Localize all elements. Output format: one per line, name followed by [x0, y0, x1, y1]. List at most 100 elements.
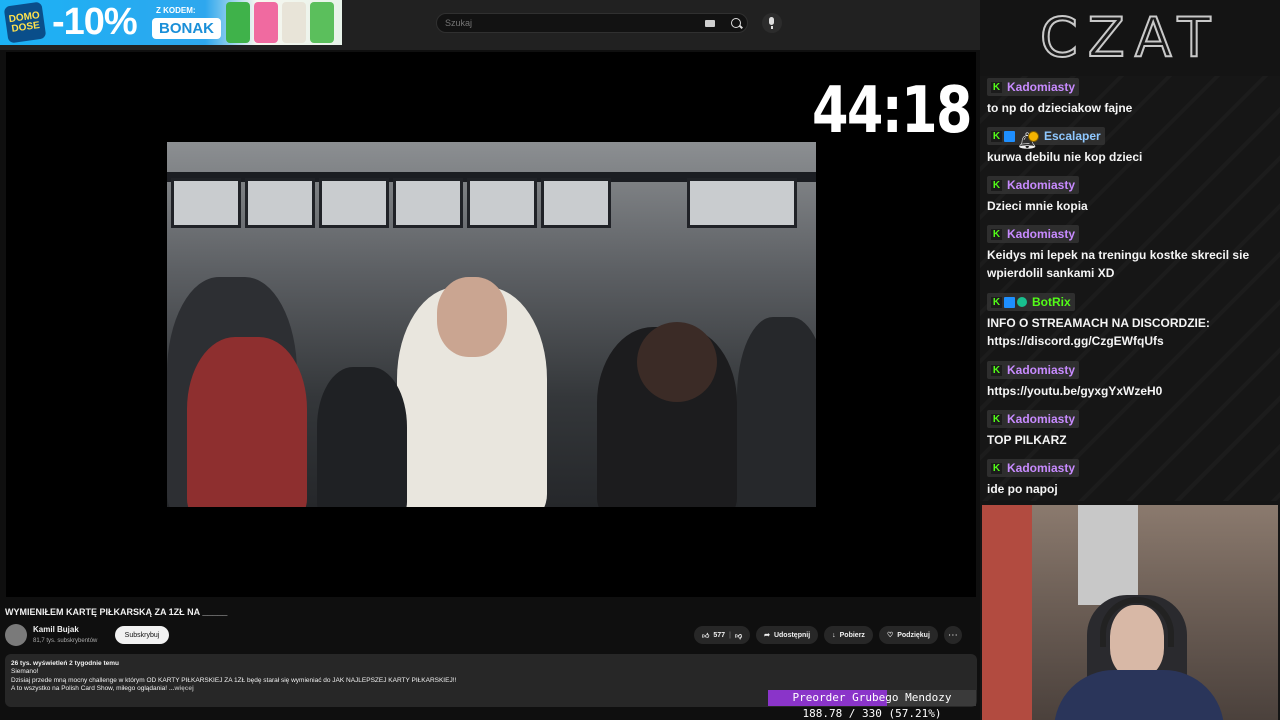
goal-label: Preorder Grubego Mendozy — [792, 691, 952, 704]
thanks-label: Podziękuj — [897, 631, 930, 639]
person-head — [437, 277, 507, 357]
screen: DOMO DOSE -10% Z KODEM: BONAK 44:18 — [0, 0, 1280, 720]
download-button[interactable]: ↓ Pobierz — [824, 626, 873, 644]
scene-window — [393, 178, 463, 228]
chat-message: K Kadomiasty Dzieci mnie kopia — [987, 176, 1272, 215]
like-count: 577 — [713, 631, 726, 639]
scene-window — [171, 178, 241, 228]
chat-user-row: K 🔔︎ Escalaper — [987, 127, 1105, 150]
download-icon: ↓ — [832, 631, 836, 639]
thumbs-down-icon[interactable]: 👎︎ — [735, 631, 742, 640]
chat-user-row: K BotRix — [987, 293, 1075, 311]
chat-username[interactable]: Kadomiasty — [1007, 178, 1075, 192]
streamer-body — [1054, 670, 1224, 720]
chat-text: INFO O STREAMACH NA DISCORDZIE: https://… — [987, 316, 1210, 348]
like-button[interactable]: 👍︎ 577 | 👎︎ — [694, 626, 751, 644]
promo-banner: DOMO DOSE -10% Z KODEM: BONAK — [0, 0, 342, 45]
video-player[interactable]: 44:18 — [6, 52, 976, 597]
video-actions: 👍︎ 577 | 👎︎ ➦ Udostępnij ↓ Pobierz ♡ Pod… — [694, 626, 962, 644]
keyboard-icon[interactable] — [705, 20, 715, 27]
goal-progress-bar: Preorder Grubego Mendozy — [768, 690, 976, 706]
goal-value: 188.78 / 330 (57.21%) — [802, 707, 942, 720]
subscriber-count: 81,7 tys. subskrybentów — [33, 638, 98, 644]
subscriber-badge-icon — [1004, 296, 1015, 308]
chat-message: K Kadomiasty TOP PILKARZ — [987, 410, 1272, 449]
chat-message: K Kadomiasty to np do dzieciakow fajne — [987, 78, 1272, 117]
chat-username[interactable]: Kadomiasty — [1007, 363, 1075, 377]
kick-badge-icon: K — [991, 228, 1002, 240]
promo-discount: -10% — [52, 1, 138, 43]
video-frame — [167, 142, 816, 507]
chat-username[interactable]: BotRix — [1032, 295, 1071, 309]
promo-logo: DOMO DOSE — [3, 1, 47, 44]
promo-code: BONAK — [152, 18, 221, 39]
heart-icon: ♡ — [886, 632, 894, 639]
stream-overlay: CZAT K Kadomiasty to np do dzieciakow fa… — [980, 0, 1280, 720]
webcam-background-flag — [982, 505, 1032, 720]
chat-username[interactable]: Kadomiasty — [1007, 412, 1075, 426]
subscribe-button[interactable]: Subskrybuj — [115, 626, 169, 644]
youtube-window: DOMO DOSE -10% Z KODEM: BONAK 44:18 — [0, 0, 980, 720]
download-label: Pobierz — [839, 631, 865, 639]
thumbs-up-icon: 👍︎ — [702, 632, 710, 640]
bell-badge-icon: 🔔︎ — [1017, 132, 1038, 150]
can-image — [254, 2, 278, 43]
chat-username[interactable]: Escalaper — [1044, 129, 1101, 143]
chat-message: K Kadomiasty https://youtu.be/gyxgYxWzeH… — [987, 361, 1272, 400]
chat-text: Keidys mi lepek na treningu kostke skrec… — [987, 248, 1250, 280]
chat-username[interactable]: Kadomiasty — [1007, 227, 1075, 241]
channel-name[interactable]: Kamil Bujak — [33, 625, 79, 634]
chat-panel: K Kadomiasty to np do dzieciakow fajne K… — [980, 76, 1280, 501]
kick-badge-icon: K — [991, 130, 1002, 142]
promo-cans — [226, 2, 338, 43]
chat-text: to np do dzieciakow fajne — [987, 101, 1133, 115]
share-label: Udostępnij — [773, 631, 811, 639]
coin-badge-icon — [1028, 130, 1039, 142]
promo-code-label: Z KODEM: — [156, 6, 196, 15]
view-stats: 26 tys. wyświetleń 2 tygodnie temu — [11, 660, 120, 667]
scene-window — [467, 178, 537, 228]
subscriber-badge-icon — [1004, 130, 1015, 142]
search-input[interactable] — [445, 16, 695, 30]
person-silhouette — [187, 337, 307, 507]
more-options-button[interactable]: ⋯ — [943, 626, 962, 644]
chat-message: K Kadomiasty Keidys mi lepek na treningu… — [987, 225, 1272, 282]
chat-title: CZAT — [1039, 5, 1221, 70]
kick-badge-icon: K — [991, 296, 1002, 308]
kick-badge-icon: K — [991, 364, 1002, 376]
scene-window — [319, 178, 389, 228]
description-line: Siemano! — [11, 668, 39, 676]
chat-username[interactable]: Kadomiasty — [1007, 461, 1075, 475]
microphone-icon[interactable] — [762, 13, 782, 33]
webcam-background-door — [1078, 505, 1138, 605]
channel-avatar[interactable] — [5, 624, 27, 646]
show-more-link[interactable]: ...więcej — [169, 685, 194, 692]
kick-badge-icon: K — [991, 462, 1002, 474]
kick-badge-icon: K — [991, 81, 1002, 93]
webcam-feed — [982, 505, 1278, 720]
share-button[interactable]: ➦ Udostępnij — [756, 626, 819, 644]
scene-window — [541, 178, 611, 228]
donation-goal: Preorder Grubego Mendozy 188.78 / 330 (5… — [768, 690, 976, 720]
description-text: A to wszystko na Polish Card Show, miłeg… — [11, 685, 168, 693]
can-image — [282, 2, 306, 43]
person-head — [637, 322, 717, 402]
can-image — [310, 2, 334, 43]
kick-badge-icon: K — [991, 413, 1002, 425]
kick-badge-icon: K — [991, 179, 1002, 191]
chat-text: TOP PILKARZ — [987, 433, 1067, 447]
chat-user-row: K Kadomiasty — [987, 78, 1080, 96]
thanks-button[interactable]: ♡ Podziękuj — [878, 626, 938, 644]
scene-window — [245, 178, 315, 228]
video-title[interactable]: WYMIENIŁEM KARTĘ PIŁKARSKĄ ZA 1ZŁ NA ___… — [5, 607, 227, 617]
chat-text: kurwa debilu nie kop dzieci — [987, 150, 1143, 164]
divider: | — [729, 631, 731, 639]
timer-overlay: 44:18 — [812, 74, 972, 148]
chat-user-row: K Kadomiasty — [987, 459, 1080, 477]
chat-user-row: K Kadomiasty — [987, 225, 1080, 243]
person-silhouette — [317, 367, 407, 507]
search-box — [436, 13, 748, 33]
search-icon[interactable] — [731, 18, 741, 28]
chat-username[interactable]: Kadomiasty — [1007, 80, 1075, 94]
share-icon: ➦ — [764, 632, 770, 639]
